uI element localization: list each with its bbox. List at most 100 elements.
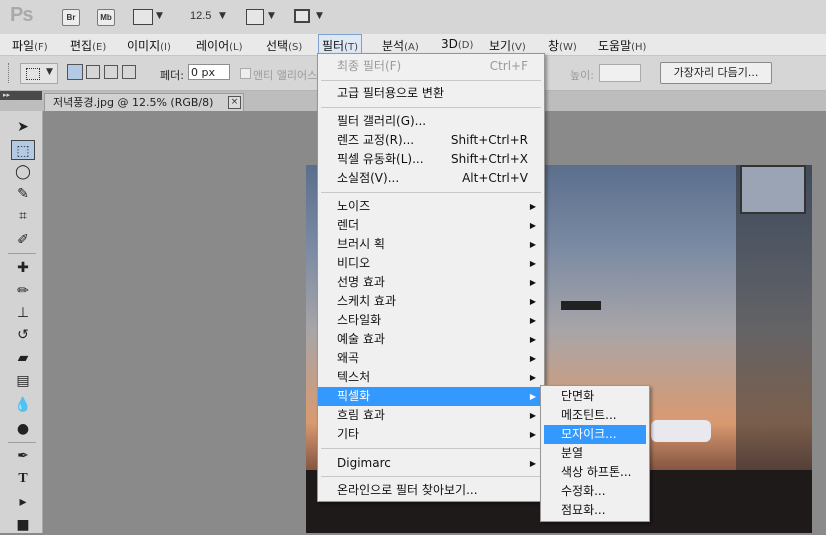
- tab-close-icon[interactable]: ×: [228, 96, 241, 109]
- submenu-other[interactable]: 기타 ▶: [318, 425, 544, 444]
- screen-mode-dropdown-icon[interactable]: ▼: [316, 11, 323, 21]
- menu-3d[interactable]: 3D(D): [441, 37, 473, 51]
- last-filter-label: 최종 필터(F): [337, 59, 402, 73]
- blur-tool-icon[interactable]: 💧: [11, 395, 35, 415]
- submenu-stylize[interactable]: 스타일화 ▶: [318, 311, 544, 330]
- clone-stamp-tool-icon[interactable]: ⊥: [11, 303, 35, 323]
- menu-image[interactable]: 이미지(I): [127, 37, 171, 54]
- pixelate-item-crystallize[interactable]: 수정화...: [541, 482, 649, 501]
- toolbox-collapse-icon[interactable]: ▸▸: [0, 91, 42, 100]
- submenu-pixelate[interactable]: 픽셀화 ▶: [318, 387, 544, 406]
- subtract-selection-icon[interactable]: [104, 65, 118, 79]
- pen-tool-icon[interactable]: ✒: [11, 446, 35, 466]
- bridge-button[interactable]: Br: [62, 9, 80, 26]
- pixelate-submenu: 단면화 메조틴트... 모자이크... 분열 색상 하프톤... 수정화... …: [540, 385, 650, 522]
- feather-input[interactable]: 0 px: [188, 64, 230, 80]
- screen-mode-icon[interactable]: [294, 9, 310, 23]
- submenu-digimarc[interactable]: Digimarc ▶: [318, 454, 544, 473]
- submenu-arrow-icon: ▶: [529, 354, 536, 363]
- tool-preset-picker[interactable]: ▼: [20, 63, 58, 84]
- submenu-arrow-icon: ▶: [529, 411, 536, 420]
- brush-tool-icon[interactable]: ✏: [11, 281, 35, 301]
- convert-smart-filters-item[interactable]: 고급 필터용으로 변환: [318, 84, 544, 103]
- submenu-texture[interactable]: 텍스처 ▶: [318, 368, 544, 387]
- menu-file[interactable]: 파일(F): [12, 37, 48, 54]
- filter-gallery-item[interactable]: 필터 갤러리(G)...: [318, 112, 544, 131]
- view-extras-dropdown-icon[interactable]: ▼: [156, 11, 163, 21]
- menu-analysis[interactable]: 분석(A): [382, 37, 419, 54]
- quick-selection-tool-icon[interactable]: ✎: [11, 184, 35, 204]
- submenu-sketch[interactable]: 스케치 효과 ▶: [318, 292, 544, 311]
- lens-correction-shortcut: Shift+Ctrl+R: [450, 133, 528, 147]
- submenu-render[interactable]: 렌더 ▶: [318, 216, 544, 235]
- menu-edit[interactable]: 편집(E): [70, 37, 106, 54]
- pixelate-item-mosaic[interactable]: 모자이크...: [544, 425, 646, 444]
- intersect-selection-icon[interactable]: [122, 65, 136, 79]
- eraser-tool-icon[interactable]: ▰: [11, 348, 35, 368]
- refine-edge-button[interactable]: 가장자리 다듬기...: [660, 62, 772, 84]
- submenu-artistic-label: 예술 효과: [337, 332, 385, 346]
- menu-edit-label: 편집: [70, 39, 93, 53]
- menu-help[interactable]: 도움말(H): [598, 37, 646, 54]
- feather-label: 페더:: [160, 69, 184, 82]
- zoom-dropdown-icon[interactable]: ▼: [219, 11, 226, 21]
- document-tab[interactable]: 저녁풍경.jpg @ 12.5% (RGB/8): [44, 93, 244, 111]
- arrange-dropdown-icon[interactable]: ▼: [268, 11, 275, 21]
- menu-view-key: (V): [511, 42, 526, 53]
- submenu-sketch-label: 스케치 효과: [337, 294, 397, 308]
- type-tool-icon[interactable]: T: [11, 469, 35, 489]
- vanishing-point-shortcut: Alt+Ctrl+V: [462, 171, 528, 185]
- menu-window[interactable]: 창(W): [548, 37, 577, 54]
- menu-edit-key: (E): [92, 42, 107, 53]
- history-brush-tool-icon[interactable]: ↺: [11, 325, 35, 345]
- vanishing-point-item[interactable]: 소실점(V)... Alt+Ctrl+V: [318, 169, 544, 188]
- options-grip[interactable]: [8, 63, 12, 83]
- menu-view-label: 보기: [489, 39, 512, 53]
- marquee-tool-icon[interactable]: ⬚: [11, 140, 35, 160]
- add-to-selection-icon[interactable]: [86, 65, 100, 79]
- lasso-tool-icon[interactable]: ◯: [11, 162, 35, 182]
- submenu-artistic[interactable]: 예술 효과 ▶: [318, 330, 544, 349]
- pixelate-item-fragment[interactable]: 분열: [541, 444, 649, 463]
- eyedropper-tool-icon[interactable]: ✐: [11, 230, 35, 250]
- height-input[interactable]: [599, 64, 641, 82]
- submenu-arrow-icon: ▶: [529, 459, 536, 468]
- gradient-tool-icon[interactable]: ▤: [11, 371, 35, 391]
- submenu-arrow-icon: ▶: [529, 335, 536, 344]
- healing-brush-tool-icon[interactable]: ✚: [11, 258, 35, 278]
- view-extras-icon[interactable]: [133, 9, 153, 25]
- dodge-tool-icon[interactable]: ●: [11, 419, 35, 439]
- menu-view[interactable]: 보기(V): [489, 37, 526, 54]
- pixelate-item-facet[interactable]: 단면화: [541, 387, 649, 406]
- pixelate-item-pointillize[interactable]: 점묘화...: [541, 501, 649, 520]
- antialias-checkbox[interactable]: [240, 68, 251, 79]
- liquify-item[interactable]: 픽셀 유동화(L)... Shift+Ctrl+X: [318, 150, 544, 169]
- submenu-distort[interactable]: 왜곡 ▶: [318, 349, 544, 368]
- submenu-blur[interactable]: 흐림 효과 ▶: [318, 406, 544, 425]
- move-tool-icon[interactable]: ➤: [11, 117, 35, 137]
- submenu-brush-strokes-label: 브러시 획: [337, 237, 385, 251]
- submenu-arrow-icon: ▶: [529, 259, 536, 268]
- shape-tool-icon[interactable]: ■: [11, 515, 35, 535]
- submenu-video[interactable]: 비디오 ▶: [318, 254, 544, 273]
- new-selection-icon[interactable]: [67, 64, 83, 80]
- application-bar: Ps Br Mb ▼ 12.5 ▼ ▼ ▼: [0, 0, 826, 35]
- submenu-arrow-icon: ▶: [529, 240, 536, 249]
- pixelate-item-color-halftone[interactable]: 색상 하프톤...: [541, 463, 649, 482]
- lens-correction-item[interactable]: 렌즈 교정(R)... Shift+Ctrl+R: [318, 131, 544, 150]
- mini-bridge-button[interactable]: Mb: [97, 9, 115, 26]
- browse-filters-online-item[interactable]: 온라인으로 필터 찾아보기...: [318, 481, 544, 500]
- zoom-level[interactable]: 12.5: [190, 10, 211, 22]
- menu-image-key: (I): [160, 42, 171, 53]
- submenu-sharpen[interactable]: 선명 효과 ▶: [318, 273, 544, 292]
- menu-select[interactable]: 선택(S): [266, 37, 302, 54]
- submenu-noise[interactable]: 노이즈 ▶: [318, 197, 544, 216]
- submenu-brush-strokes[interactable]: 브러시 획 ▶: [318, 235, 544, 254]
- pixelate-item-mezzotint[interactable]: 메조틴트...: [541, 406, 649, 425]
- last-filter-item[interactable]: 최종 필터(F) Ctrl+F: [318, 57, 544, 76]
- submenu-other-label: 기타: [337, 427, 360, 441]
- path-selection-tool-icon[interactable]: ▸: [11, 492, 35, 512]
- arrange-documents-icon[interactable]: [246, 9, 264, 25]
- crop-tool-icon[interactable]: ⌗: [11, 206, 35, 226]
- menu-layer[interactable]: 레이어(L): [196, 37, 243, 54]
